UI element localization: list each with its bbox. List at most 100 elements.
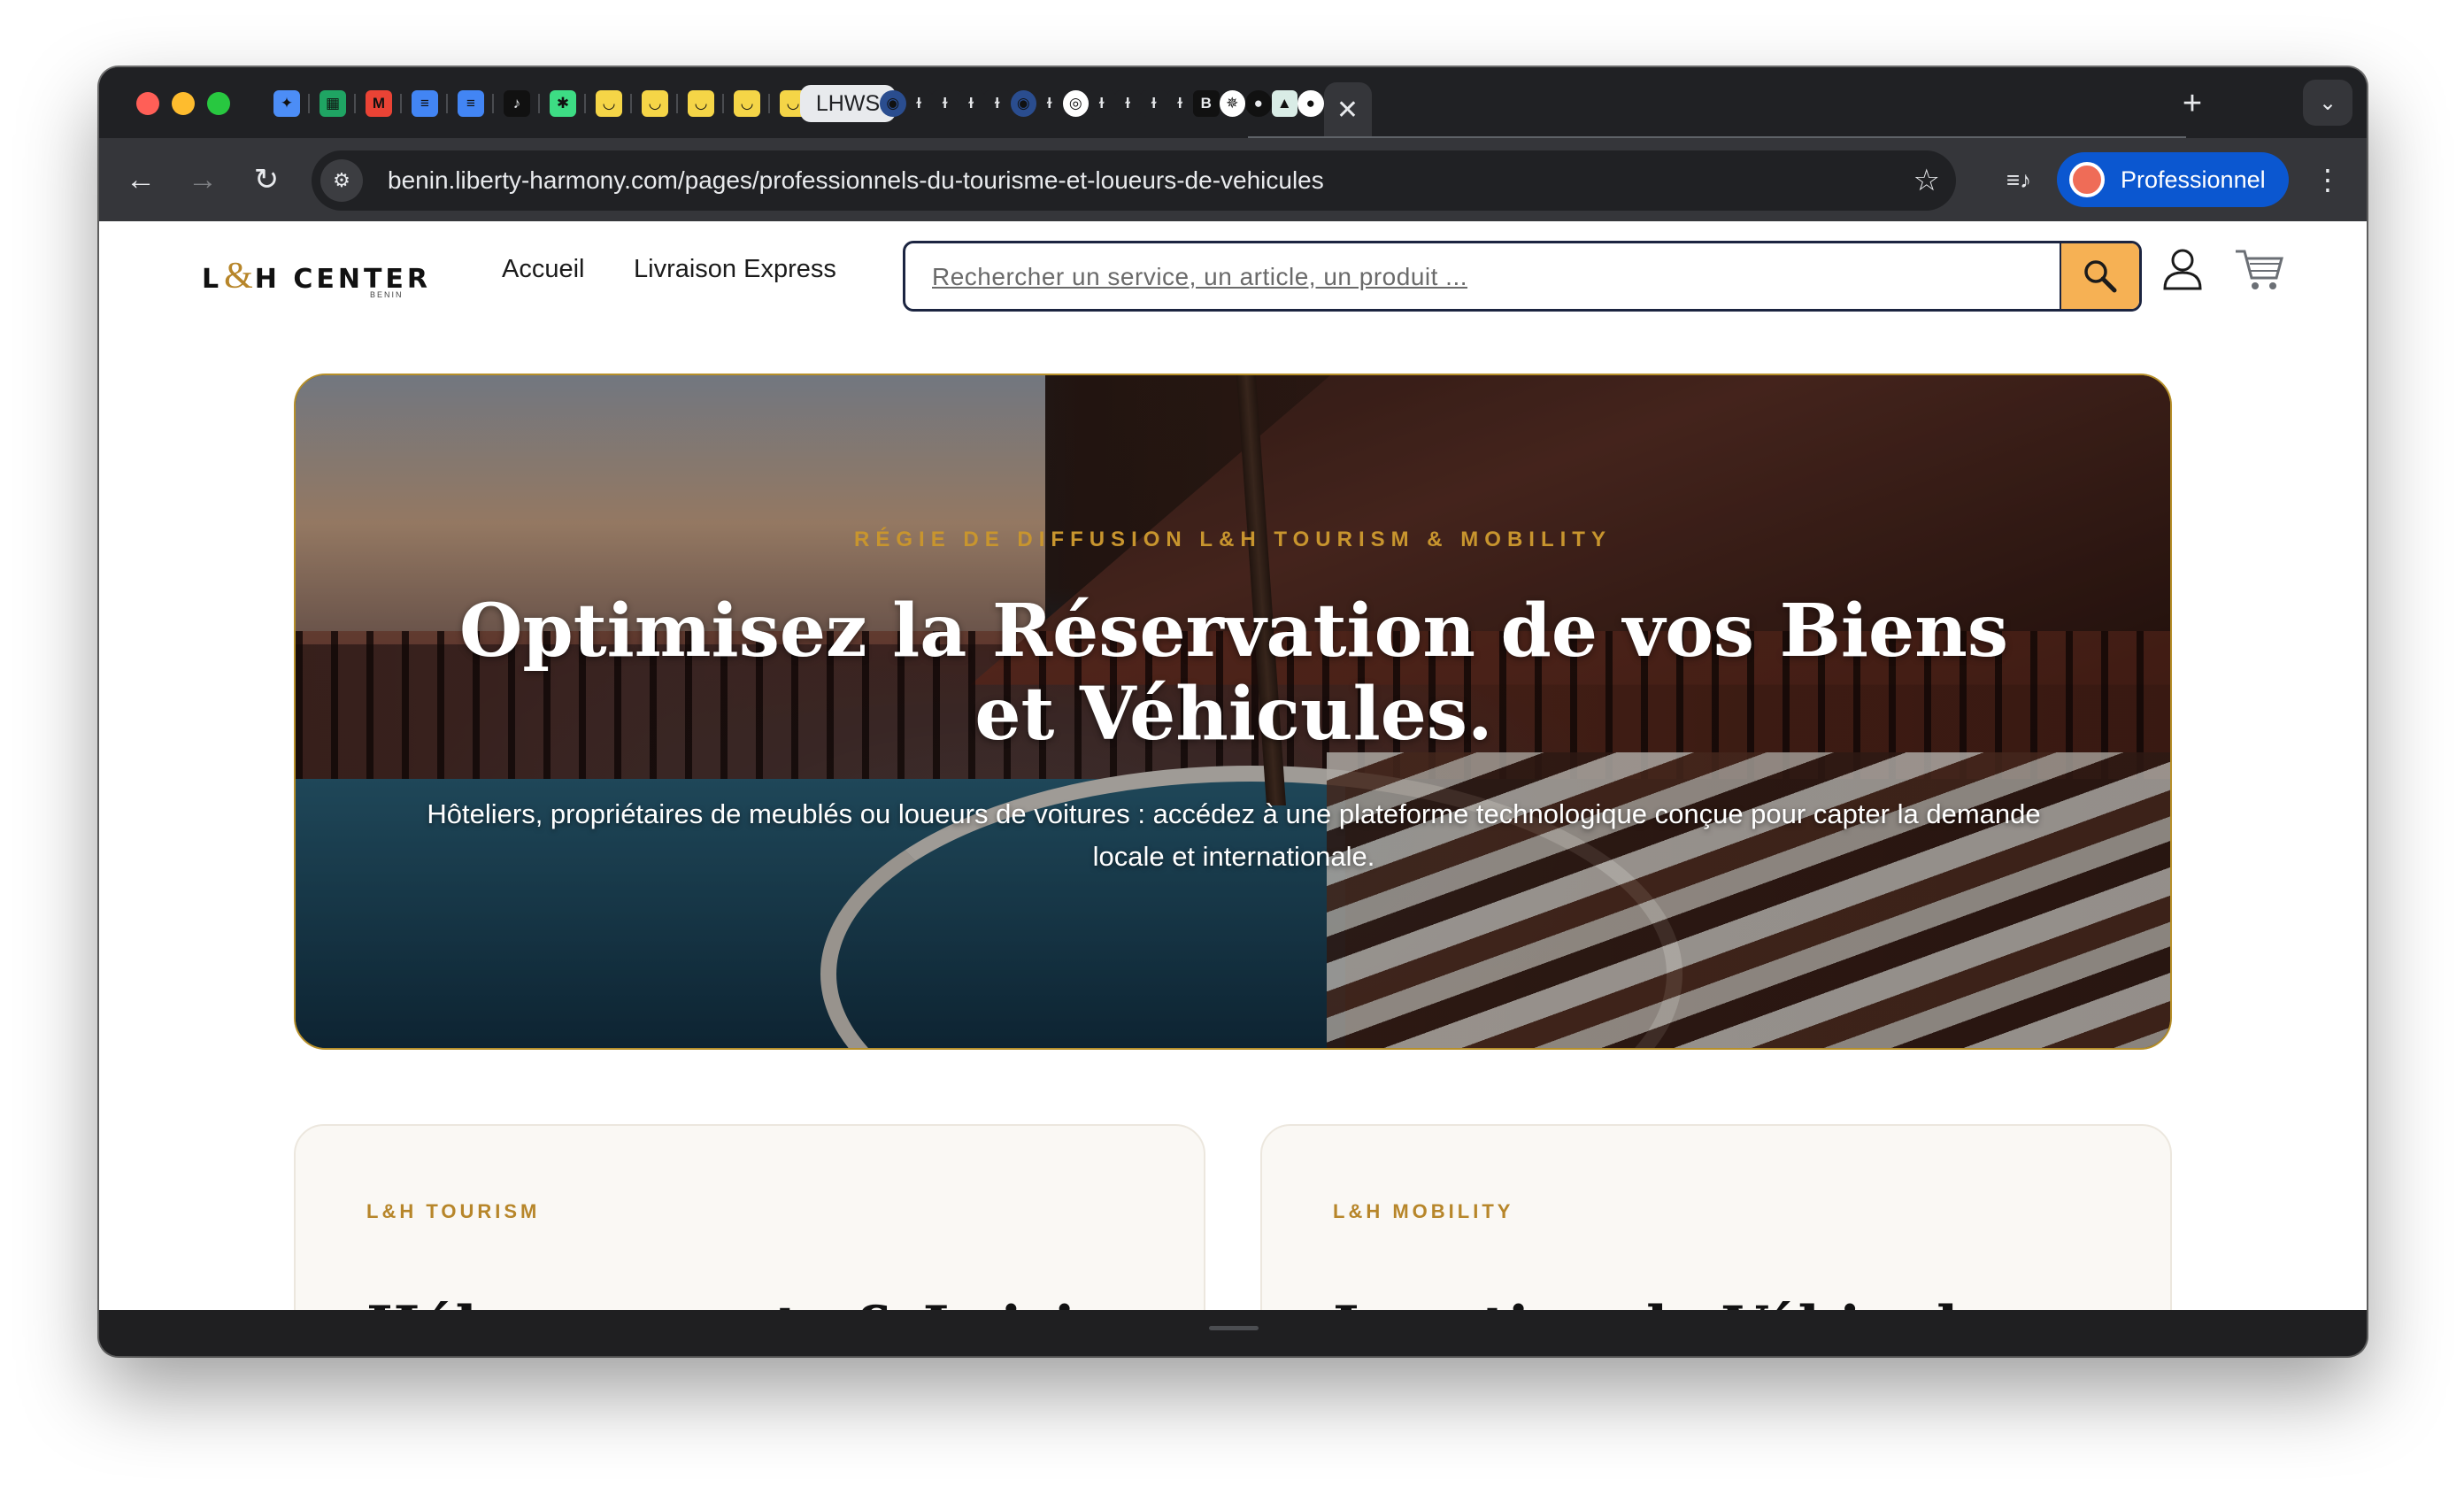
browser-tab[interactable]: ɫ bbox=[932, 81, 959, 126]
url-text[interactable]: benin.liberty-harmony.com/pages/professi… bbox=[388, 166, 1324, 195]
search-button[interactable] bbox=[2060, 243, 2139, 309]
browser-tab[interactable]: ◡ bbox=[586, 81, 632, 126]
resize-handle[interactable] bbox=[1209, 1326, 1259, 1330]
nav-livraison-express[interactable]: Livraison Express bbox=[634, 255, 836, 284]
profile-button[interactable]: Professionnel bbox=[2057, 152, 2289, 207]
browser-tab[interactable]: M bbox=[356, 81, 402, 126]
site-info-button[interactable]: ⚙ bbox=[320, 159, 363, 202]
browser-tab[interactable]: ● bbox=[1297, 81, 1324, 126]
browser-tab[interactable]: ɫ bbox=[1114, 81, 1141, 126]
browser-tab[interactable]: ɫ bbox=[1141, 81, 1167, 126]
gemini-icon: ✦ bbox=[273, 90, 300, 117]
browser-tab[interactable]: ɫ bbox=[905, 81, 932, 126]
reload-button[interactable]: ↻ bbox=[244, 158, 289, 202]
close-window-button[interactable] bbox=[136, 92, 159, 115]
tabs: ✦ ▦ M ≡ ≡ ♪ ✱ ◡ ◡ ◡ ◡ ◡ LHWS ◉ ɫ ɫ ɫ ɫ ◉ ɫ ◎ ɫ ɫ ɫ ɫ B ✵ ● ▲ ● ✕ bbox=[264, 81, 1372, 137]
new-tab-button[interactable]: + bbox=[2172, 83, 2213, 124]
card-kicker: L&H TOURISM bbox=[366, 1200, 541, 1222]
lh-logo-icon: ɫ bbox=[1036, 90, 1063, 117]
browser-tab[interactable]: ♪ bbox=[494, 81, 540, 126]
white-circle-icon: ● bbox=[1297, 90, 1324, 117]
logo-left: L bbox=[202, 264, 223, 295]
avatar bbox=[2069, 162, 2105, 197]
b-icon: B bbox=[1193, 90, 1220, 117]
close-tab-icon[interactable]: ✕ bbox=[1336, 95, 1359, 126]
browser-tab[interactable]: ◉ bbox=[1010, 81, 1036, 126]
card-tourism[interactable]: L&H TOURISM Hébergements & Loisirs bbox=[294, 1124, 1205, 1310]
lh-logo-icon: ɫ bbox=[905, 90, 932, 117]
web-page: L & H CENTER BENIN Accueil Livraison Exp… bbox=[99, 221, 2367, 1310]
yellow-app-icon: ◡ bbox=[642, 90, 668, 117]
google-docs-icon: ≡ bbox=[412, 90, 438, 117]
google-sheets-icon: ▦ bbox=[320, 90, 346, 117]
arrow-right-icon: → bbox=[188, 162, 218, 196]
card-title: Hébergements & Loisirs bbox=[366, 1294, 1137, 1310]
tab-group-lhws[interactable]: LHWS bbox=[799, 81, 897, 126]
tab-strip: ✦ ▦ M ≡ ≡ ♪ ✱ ◡ ◡ ◡ ◡ ◡ LHWS ◉ ɫ ɫ ɫ ɫ ◉ ɫ ◎ ɫ ɫ ɫ ɫ B ✵ ● ▲ ● ✕ + ⌄ bbox=[99, 67, 2367, 139]
hero-eyebrow: RÉGIE DE DIFFUSION L&H TOURISM & MOBILIT… bbox=[854, 528, 1612, 551]
browser-tab[interactable]: ● bbox=[1245, 81, 1272, 126]
browser-tab[interactable]: ɫ bbox=[1036, 81, 1063, 126]
gmail-icon: M bbox=[366, 90, 392, 117]
hero-banner: RÉGIE DE DIFFUSION L&H TOURISM & MOBILIT… bbox=[294, 374, 2172, 1050]
arrow-left-icon: ← bbox=[126, 162, 156, 196]
browser-tab[interactable]: B bbox=[1193, 81, 1220, 126]
hero-lead: Hôteliers, propriétaires de meublés ou l… bbox=[427, 798, 2041, 872]
tiktok-icon: ♪ bbox=[504, 90, 530, 117]
white-circle-icon: ◎ bbox=[1062, 90, 1089, 117]
card-kicker: L&H MOBILITY bbox=[1333, 1200, 1514, 1222]
tab-search-button[interactable]: ⌄ bbox=[2303, 80, 2352, 126]
bottom-bar bbox=[99, 1310, 2367, 1356]
chevron-down-icon: ⌄ bbox=[2318, 90, 2337, 115]
browser-tab[interactable]: ≡ bbox=[402, 81, 448, 126]
browser-toolbar: ← → ↻ ⚙ benin.liberty-harmony.com/pages/… bbox=[99, 138, 2367, 221]
browser-tab[interactable]: ◉ bbox=[880, 81, 906, 126]
yellow-app-icon: ◡ bbox=[688, 90, 714, 117]
minimize-window-button[interactable] bbox=[172, 92, 195, 115]
shopping-cart-icon[interactable] bbox=[2232, 244, 2285, 294]
zoom-window-button[interactable] bbox=[207, 92, 230, 115]
browser-tab[interactable]: ▲ bbox=[1271, 81, 1297, 126]
dark-circle-icon: ● bbox=[1245, 90, 1272, 117]
logo-right: H CENTER bbox=[254, 264, 432, 295]
search-box[interactable]: Rechercher un service, un article, un pr… bbox=[903, 241, 2142, 312]
search-input[interactable]: Rechercher un service, un article, un pr… bbox=[932, 263, 1467, 291]
profile-label: Professionnel bbox=[2121, 166, 2266, 193]
browser-tab[interactable]: ✱ bbox=[540, 81, 586, 126]
address-bar[interactable]: ⚙ benin.liberty-harmony.com/pages/profes… bbox=[312, 150, 1956, 211]
hero-title: Optimisez la Réservation de vos Biens et… bbox=[458, 589, 2009, 757]
more-menu-icon[interactable]: ⋮ bbox=[2310, 158, 2345, 202]
browser-tab[interactable]: ɫ bbox=[958, 81, 984, 126]
browser-tab[interactable]: ɫ bbox=[984, 81, 1011, 126]
bookmark-star-icon[interactable]: ☆ bbox=[1913, 163, 1940, 198]
media-controls-icon[interactable]: ≡♪ bbox=[1997, 158, 2041, 202]
browser-tab[interactable]: ✵ bbox=[1219, 81, 1245, 126]
lh-logo-icon: ɫ bbox=[1114, 90, 1141, 117]
browser-tab[interactable]: ◡ bbox=[632, 81, 678, 126]
logo-ampersand: & bbox=[224, 256, 253, 297]
nav-accueil[interactable]: Accueil bbox=[502, 255, 585, 284]
card-mobility[interactable]: L&H MOBILITY Location de Véhicules bbox=[1260, 1124, 2172, 1310]
logo-subtitle: BENIN bbox=[370, 290, 404, 299]
browser-tab[interactable]: ɫ bbox=[1089, 81, 1115, 126]
lh-blue-icon: ◉ bbox=[880, 90, 906, 117]
browser-tab[interactable]: ◡ bbox=[724, 81, 770, 126]
browser-tab[interactable]: ✦ bbox=[264, 81, 310, 126]
browser-tab[interactable]: ◎ bbox=[1062, 81, 1089, 126]
forward-button[interactable]: → bbox=[181, 158, 225, 202]
site-logo[interactable]: L & H CENTER BENIN bbox=[202, 255, 432, 299]
tune-icon: ⚙ bbox=[333, 169, 350, 191]
back-button[interactable]: ← bbox=[119, 158, 163, 202]
lh-blue-icon: ◉ bbox=[1010, 90, 1036, 117]
browser-tab[interactable]: ◡ bbox=[678, 81, 724, 126]
browser-tab[interactable]: ▦ bbox=[310, 81, 356, 126]
search-icon bbox=[2084, 260, 2117, 293]
browser-tab[interactable]: ɫ bbox=[1167, 81, 1193, 126]
user-account-icon[interactable] bbox=[2158, 244, 2207, 294]
lh-logo-icon: ɫ bbox=[958, 90, 984, 117]
active-tab[interactable]: ✕ bbox=[1323, 82, 1372, 137]
browser-tab[interactable]: ≡ bbox=[448, 81, 494, 126]
green-star-icon: ✱ bbox=[550, 90, 576, 117]
landscape-icon: ▲ bbox=[1271, 90, 1297, 117]
lh-logo-icon: ɫ bbox=[932, 90, 959, 117]
